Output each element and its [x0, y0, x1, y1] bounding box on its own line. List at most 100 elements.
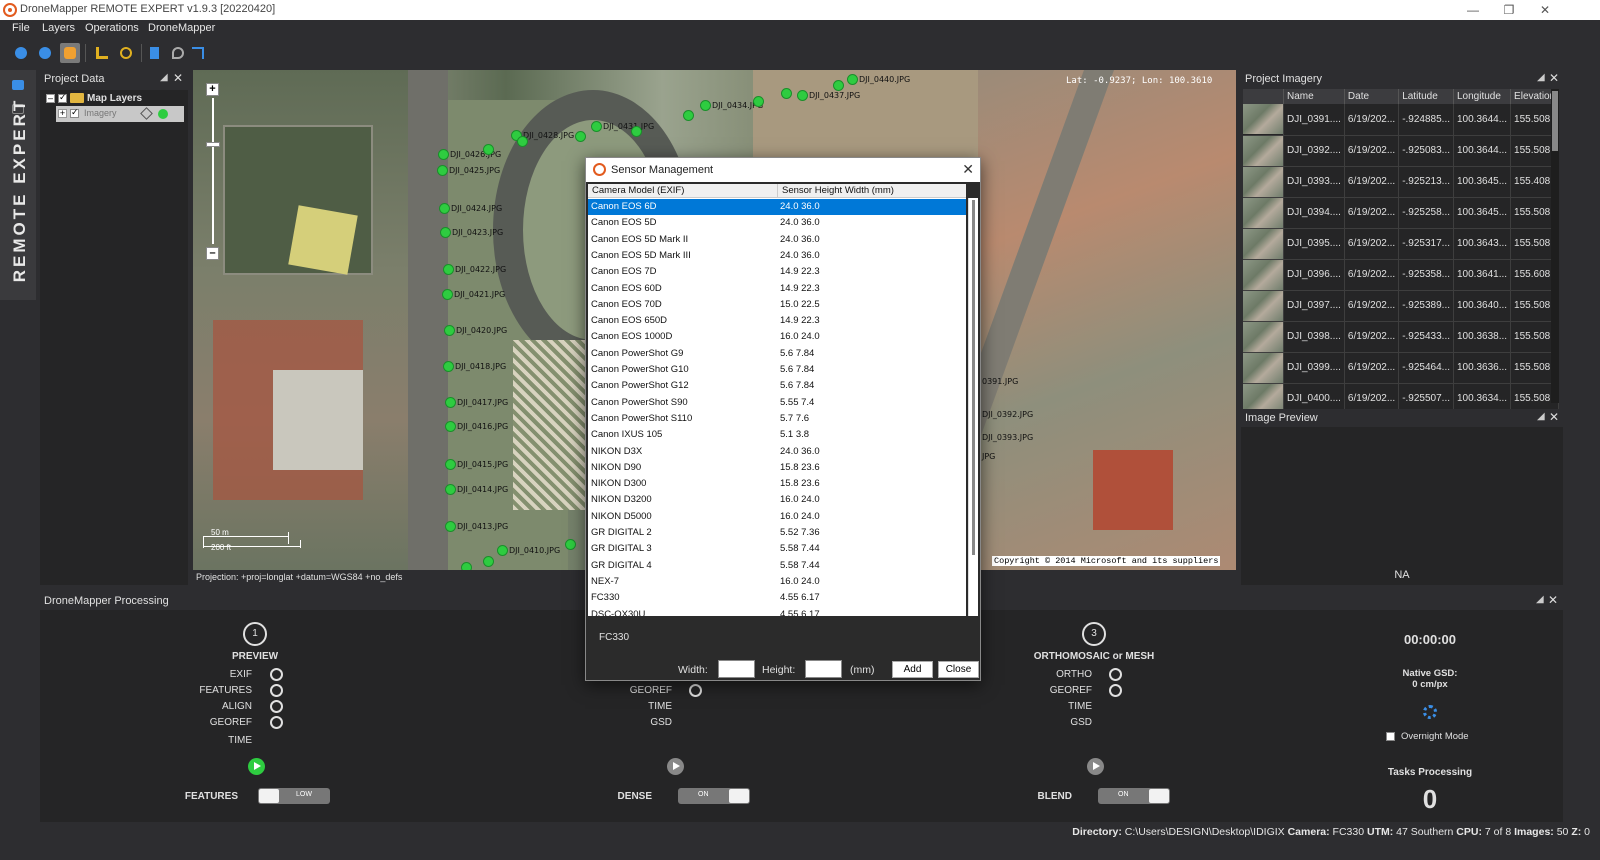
list-item[interactable]: FC330 4.55 6.17: [588, 590, 966, 606]
select-tool-button[interactable]: [146, 43, 166, 63]
waypoint-marker[interactable]: [438, 149, 449, 160]
menu-dronemapper[interactable]: DroneMapper: [148, 22, 215, 34]
height-input[interactable]: [805, 660, 842, 678]
blend-toggle[interactable]: ON: [1098, 788, 1170, 804]
crop-tool-button[interactable]: [188, 43, 208, 63]
waypoint-marker[interactable]: [575, 131, 586, 142]
column-separator[interactable]: [777, 184, 778, 198]
waypoint-marker[interactable]: [591, 121, 602, 132]
tree-item-imagery[interactable]: + Imagery: [56, 106, 184, 122]
pan-tool-button[interactable]: [60, 43, 80, 63]
image-thumbnail[interactable]: [1243, 321, 1284, 353]
table-row[interactable]: DJI_0393.... 6/19/202... -.925213... 100.36…: [1243, 166, 1560, 198]
waypoint-marker[interactable]: [445, 521, 456, 532]
waypoint-marker[interactable]: [461, 562, 472, 570]
features-radio[interactable]: [270, 684, 283, 697]
pin-icon[interactable]: ◢: [1536, 594, 1544, 605]
close-button[interactable]: Close: [938, 661, 979, 678]
close-icon[interactable]: ✕: [1549, 71, 1559, 85]
imagery-scrollbar[interactable]: [1551, 89, 1559, 403]
image-thumbnail[interactable]: [1243, 290, 1284, 322]
pin-icon[interactable]: ◢: [1537, 411, 1545, 422]
waypoint-marker[interactable]: [443, 264, 454, 275]
column-header[interactable]: Name: [1283, 89, 1345, 104]
close-icon[interactable]: ✕: [1548, 593, 1558, 607]
menu-operations[interactable]: Operations: [85, 22, 139, 34]
close-icon[interactable]: ✕: [173, 71, 183, 85]
waypoint-marker[interactable]: [753, 96, 764, 107]
list-item[interactable]: Canon PowerShot S90 5.55 7.4: [588, 395, 966, 411]
image-thumbnail[interactable]: [1243, 135, 1284, 167]
waypoint-marker[interactable]: [445, 484, 456, 495]
list-item[interactable]: Canon EOS 7D 14.9 22.3: [588, 264, 966, 280]
waypoint-marker[interactable]: [565, 539, 576, 550]
list-item[interactable]: Canon PowerShot S110 5.7 7.6: [588, 411, 966, 427]
list-item[interactable]: Canon EOS 5D Mark III 24.0 36.0: [588, 248, 966, 264]
list-item[interactable]: NEX-7 16.0 24.0: [588, 574, 966, 590]
list-item[interactable]: Canon IXUS 105 5.1 3.8: [588, 427, 966, 443]
waypoint-marker[interactable]: [442, 289, 453, 300]
lasso-tool-button[interactable]: [168, 43, 188, 63]
list-item[interactable]: NIKON D300 15.8 23.6: [588, 476, 966, 492]
list-item[interactable]: Canon EOS 5D Mark II 24.0 36.0: [588, 232, 966, 248]
waypoint-marker[interactable]: [443, 361, 454, 372]
waypoint-marker[interactable]: [497, 545, 508, 556]
identify-tool-button[interactable]: [116, 43, 136, 63]
zoom-out-tool-button[interactable]: [35, 43, 55, 63]
run-preview-button[interactable]: [248, 758, 265, 775]
waypoint-marker[interactable]: [517, 136, 528, 147]
map-zoom-out-button[interactable]: –: [206, 247, 219, 260]
pin-icon[interactable]: ◢: [1537, 72, 1545, 83]
table-row[interactable]: DJI_0391.... 6/19/202... -.924885... 100.36…: [1243, 104, 1560, 136]
table-row[interactable]: DJI_0397.... 6/19/202... -.925389... 100.36…: [1243, 290, 1560, 322]
waypoint-marker[interactable]: [833, 80, 844, 91]
waypoint-marker[interactable]: [781, 88, 792, 99]
table-row[interactable]: DJI_0398.... 6/19/202... -.925433... 100.36…: [1243, 321, 1560, 353]
align-radio[interactable]: [270, 700, 283, 713]
list-item[interactable]: GR DIGITAL 2 5.52 7.36: [588, 525, 966, 541]
measure-tool-button[interactable]: [92, 43, 112, 63]
waypoint-marker[interactable]: [440, 227, 451, 238]
image-thumbnail[interactable]: [1243, 259, 1284, 291]
list-item[interactable]: Canon EOS 5D 24.0 36.0: [588, 215, 966, 231]
run-dense-button[interactable]: [667, 758, 684, 775]
exif-radio[interactable]: [270, 668, 283, 681]
list-item[interactable]: Canon EOS 6D 24.0 36.0: [588, 199, 966, 216]
table-row[interactable]: DJI_0399.... 6/19/202... -.925464... 100.36…: [1243, 352, 1560, 384]
overnight-mode-checkbox[interactable]: [1386, 732, 1395, 741]
list-item[interactable]: Canon EOS 60D 14.9 22.3: [588, 281, 966, 297]
features-toggle[interactable]: LOW: [258, 788, 330, 804]
sensor-list-scrollbar[interactable]: [968, 198, 978, 616]
list-item[interactable]: NIKON D3200 16.0 24.0: [588, 492, 966, 508]
image-thumbnail[interactable]: [1243, 104, 1284, 136]
list-item[interactable]: Canon EOS 1000D 16.0 24.0: [588, 329, 966, 345]
list-item[interactable]: NIKON D90 15.8 23.6: [588, 460, 966, 476]
column-header[interactable]: Camera Model (EXIF): [592, 185, 684, 196]
image-thumbnail[interactable]: [1243, 228, 1284, 260]
stage-3-georef-radio[interactable]: [1109, 684, 1122, 697]
waypoint-marker[interactable]: [445, 397, 456, 408]
add-button[interactable]: Add: [892, 661, 933, 678]
list-item[interactable]: Canon EOS 70D 15.0 22.5: [588, 297, 966, 313]
close-icon[interactable]: ✕: [1549, 410, 1559, 424]
list-item[interactable]: NIKON D3X 24.0 36.0: [588, 444, 966, 460]
table-row[interactable]: DJI_0394.... 6/19/202... -.925258... 100.36…: [1243, 197, 1560, 229]
width-input[interactable]: [718, 660, 755, 678]
zoom-slider-handle[interactable]: [206, 142, 220, 147]
waypoint-marker[interactable]: [797, 90, 808, 101]
list-item[interactable]: GR DIGITAL 3 5.58 7.44: [588, 541, 966, 557]
waypoint-marker[interactable]: [483, 556, 494, 567]
list-item[interactable]: GR DIGITAL 4 5.58 7.44: [588, 558, 966, 574]
column-header[interactable]: Date: [1344, 89, 1400, 104]
zoom-slider-track[interactable]: [212, 98, 214, 244]
waypoint-marker[interactable]: [683, 110, 694, 121]
list-item[interactable]: Canon PowerShot G12 5.6 7.84: [588, 378, 966, 394]
stage-2-georef-radio[interactable]: [689, 684, 702, 697]
georef-radio[interactable]: [270, 716, 283, 729]
column-header[interactable]: Longitude: [1453, 89, 1512, 104]
column-header[interactable]: Latitude: [1398, 89, 1454, 104]
minimize-button[interactable]: —: [1455, 0, 1491, 20]
zoom-in-tool-button[interactable]: [11, 43, 31, 63]
list-item[interactable]: Canon PowerShot G10 5.6 7.84: [588, 362, 966, 378]
column-header[interactable]: Sensor Height Width (mm): [782, 185, 894, 196]
